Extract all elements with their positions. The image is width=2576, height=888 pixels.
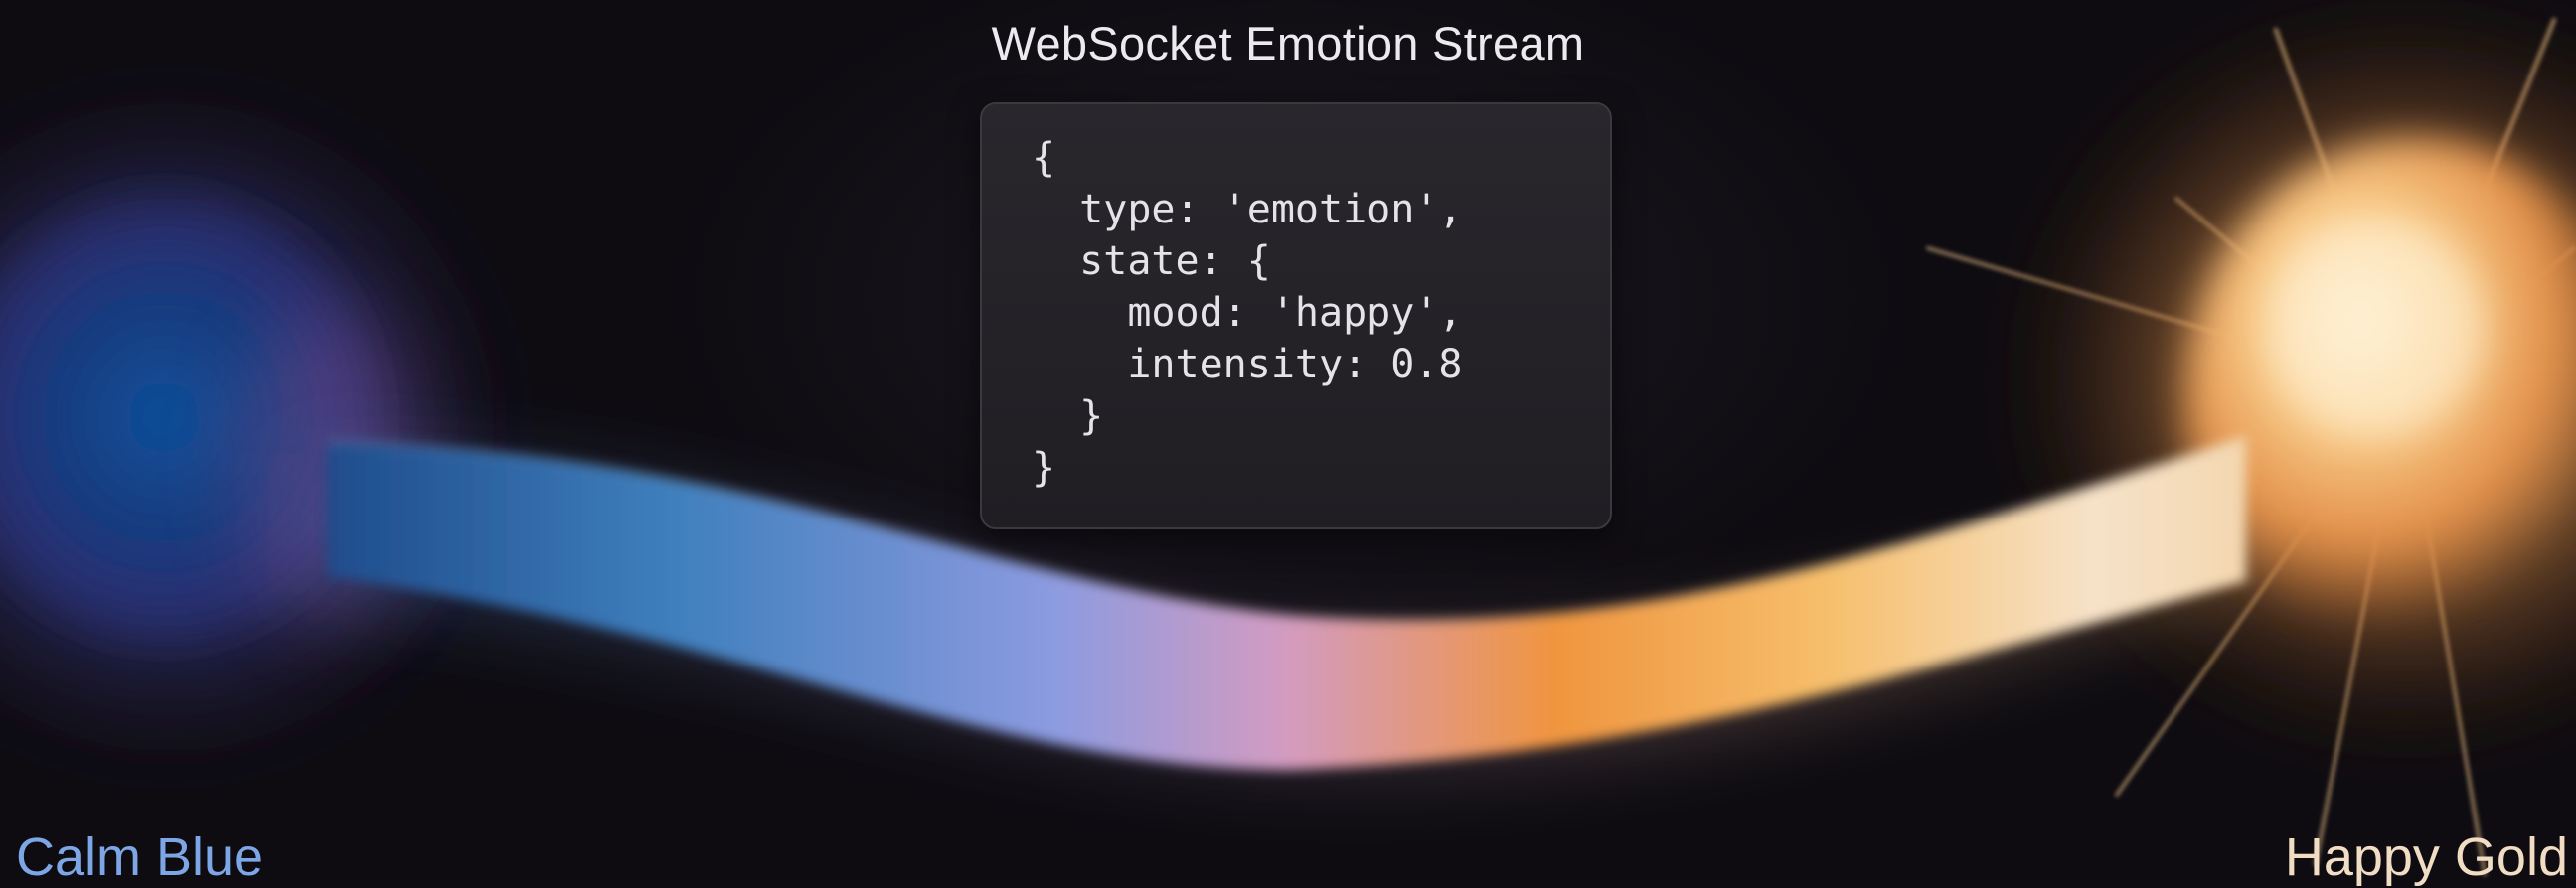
happy-gold-label: Happy Gold (2284, 827, 2568, 887)
code-line: state: { (1032, 238, 1271, 284)
calm-blue-label: Calm Blue (16, 827, 264, 887)
code-line: mood: 'happy', (1032, 290, 1463, 336)
happy-gold-orb (1926, 0, 2576, 876)
code-line: intensity: 0.8 (1032, 342, 1463, 387)
code-line: } (1032, 445, 1056, 491)
emotion-stream-illustration: WebSocket Emotion Stream { type: 'emotio… (0, 0, 2576, 888)
json-payload: { type: 'emotion', state: { mood: 'happy… (1032, 132, 1462, 494)
code-line: type: 'emotion', (1032, 187, 1463, 232)
json-message-card: { type: 'emotion', state: { mood: 'happy… (980, 102, 1612, 529)
code-line: } (1032, 393, 1104, 439)
code-line: { (1032, 135, 1056, 181)
diagram-title: WebSocket Emotion Stream (991, 17, 1585, 70)
calm-blue-orb (0, 70, 527, 785)
